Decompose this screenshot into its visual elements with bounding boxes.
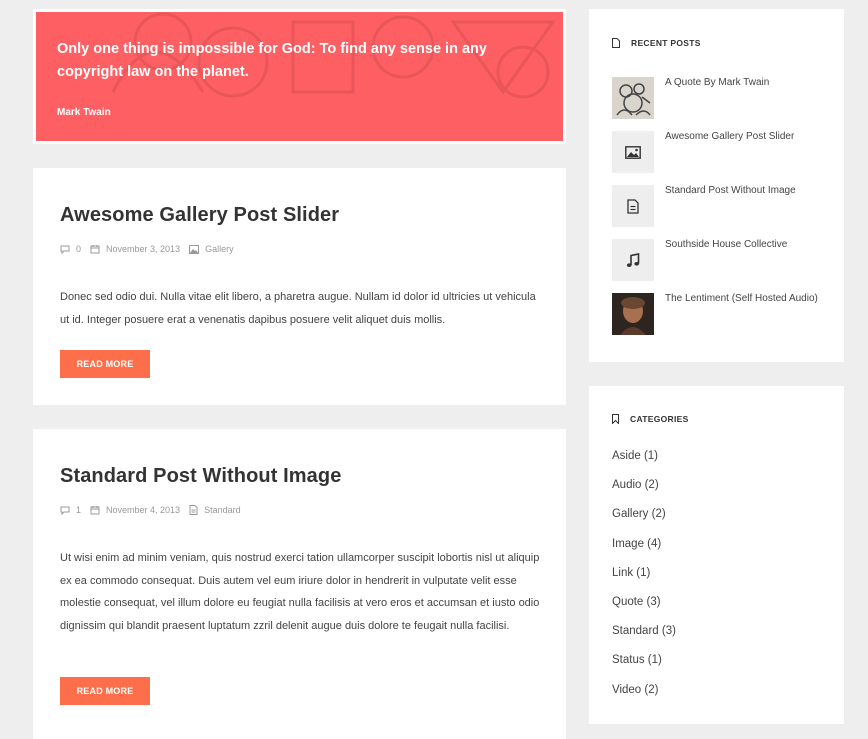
quote-text: Only one thing is impossible for God: To…: [57, 41, 487, 80]
category-link-status[interactable]: Status (1): [612, 650, 676, 679]
post-category-value: Gallery: [205, 244, 234, 254]
category-link-quote[interactable]: Quote (3): [612, 592, 676, 621]
category-link-standard[interactable]: Standard (3): [612, 621, 676, 650]
comment-count-value: 1: [76, 505, 82, 515]
post-date-value: November 3, 2013: [106, 244, 181, 254]
category-link-gallery[interactable]: Gallery (2): [612, 504, 676, 533]
read-more-button[interactable]: READ MORE: [60, 350, 150, 378]
post-excerpt: Ut wisi enim ad minim veniam, quis nostr…: [60, 552, 540, 632]
category-link-link[interactable]: Link (1): [612, 563, 676, 592]
comment-count[interactable]: 1: [60, 505, 81, 515]
post-card: Standard Post Without Image 1 November 4…: [33, 429, 566, 739]
comment-icon: [60, 245, 70, 254]
widget-heading: RECENT POSTS: [612, 38, 701, 48]
portrait-image: [612, 293, 654, 335]
recent-post-item[interactable]: Southside House Collective: [612, 239, 825, 281]
recent-post-title[interactable]: The Lentiment (Self Hosted Audio): [665, 288, 825, 335]
bookmark-icon: [612, 414, 619, 424]
post-date-value: November 4, 2013: [106, 505, 181, 515]
recent-post-item[interactable]: A Quote By Mark Twain: [612, 77, 825, 119]
widget-heading: CATEGORIES: [612, 414, 689, 424]
recent-post-item[interactable]: The Lentiment (Self Hosted Audio): [612, 293, 825, 335]
post-title[interactable]: Awesome Gallery Post Slider: [60, 204, 339, 227]
post-meta: 1 November 4, 2013 Standard: [60, 505, 250, 515]
portrait-thumbnail[interactable]: [612, 293, 654, 335]
category-link-image[interactable]: Image (4): [612, 534, 676, 563]
illustration-image: [612, 77, 654, 119]
recent-post-title[interactable]: A Quote By Mark Twain: [665, 72, 825, 119]
read-more-button[interactable]: READ MORE: [60, 677, 150, 705]
post-excerpt: Donec sed odio dui. Nulla vitae elit lib…: [60, 291, 536, 326]
recent-post-title[interactable]: Standard Post Without Image: [665, 180, 825, 227]
calendar-icon: [90, 245, 100, 254]
post-date[interactable]: November 3, 2013: [90, 244, 180, 254]
categories-widget: CATEGORIES Aside (1) Audio (2) Gallery (…: [589, 386, 844, 724]
post-category[interactable]: Standard: [189, 505, 241, 515]
quote-author[interactable]: Mark Twain: [57, 107, 111, 118]
recent-post-item[interactable]: Standard Post Without Image: [612, 185, 825, 227]
illustration-thumbnail[interactable]: [612, 77, 654, 119]
category-link-aside[interactable]: Aside (1): [612, 446, 676, 475]
image-icon: [189, 244, 200, 254]
comment-count-value: 0: [76, 244, 82, 254]
category-link-video[interactable]: Video (2): [612, 680, 676, 709]
quote-post-card: Only one thing is impossible for God: To…: [33, 9, 566, 144]
post-meta: 0 November 3, 2013 Gallery: [60, 244, 243, 254]
post-title[interactable]: Standard Post Without Image: [60, 465, 341, 488]
recent-posts-widget: RECENT POSTS A Quote By Mark Twain Aweso…: [589, 9, 844, 362]
widget-heading-label: RECENT POSTS: [631, 38, 701, 48]
recent-post-item[interactable]: Awesome Gallery Post Slider: [612, 131, 825, 173]
post-card: Awesome Gallery Post Slider 0 November 3…: [33, 168, 566, 405]
post-category[interactable]: Gallery: [189, 244, 234, 254]
post-category-value: Standard: [204, 505, 241, 515]
image-icon[interactable]: [612, 131, 654, 173]
recent-post-title[interactable]: Southside House Collective: [665, 234, 825, 281]
category-list: Aside (1) Audio (2) Gallery (2) Image (4…: [612, 446, 676, 709]
document-icon[interactable]: [612, 185, 654, 227]
comment-count[interactable]: 0: [60, 244, 81, 254]
category-link-audio[interactable]: Audio (2): [612, 475, 676, 504]
post-date[interactable]: November 4, 2013: [90, 505, 180, 515]
document-icon: [612, 38, 620, 48]
recent-post-title[interactable]: Awesome Gallery Post Slider: [665, 126, 825, 173]
music-note-icon[interactable]: [612, 239, 654, 281]
document-icon: [189, 505, 198, 515]
calendar-icon: [90, 506, 100, 515]
widget-heading-label: CATEGORIES: [630, 414, 689, 424]
comment-icon: [60, 506, 70, 515]
